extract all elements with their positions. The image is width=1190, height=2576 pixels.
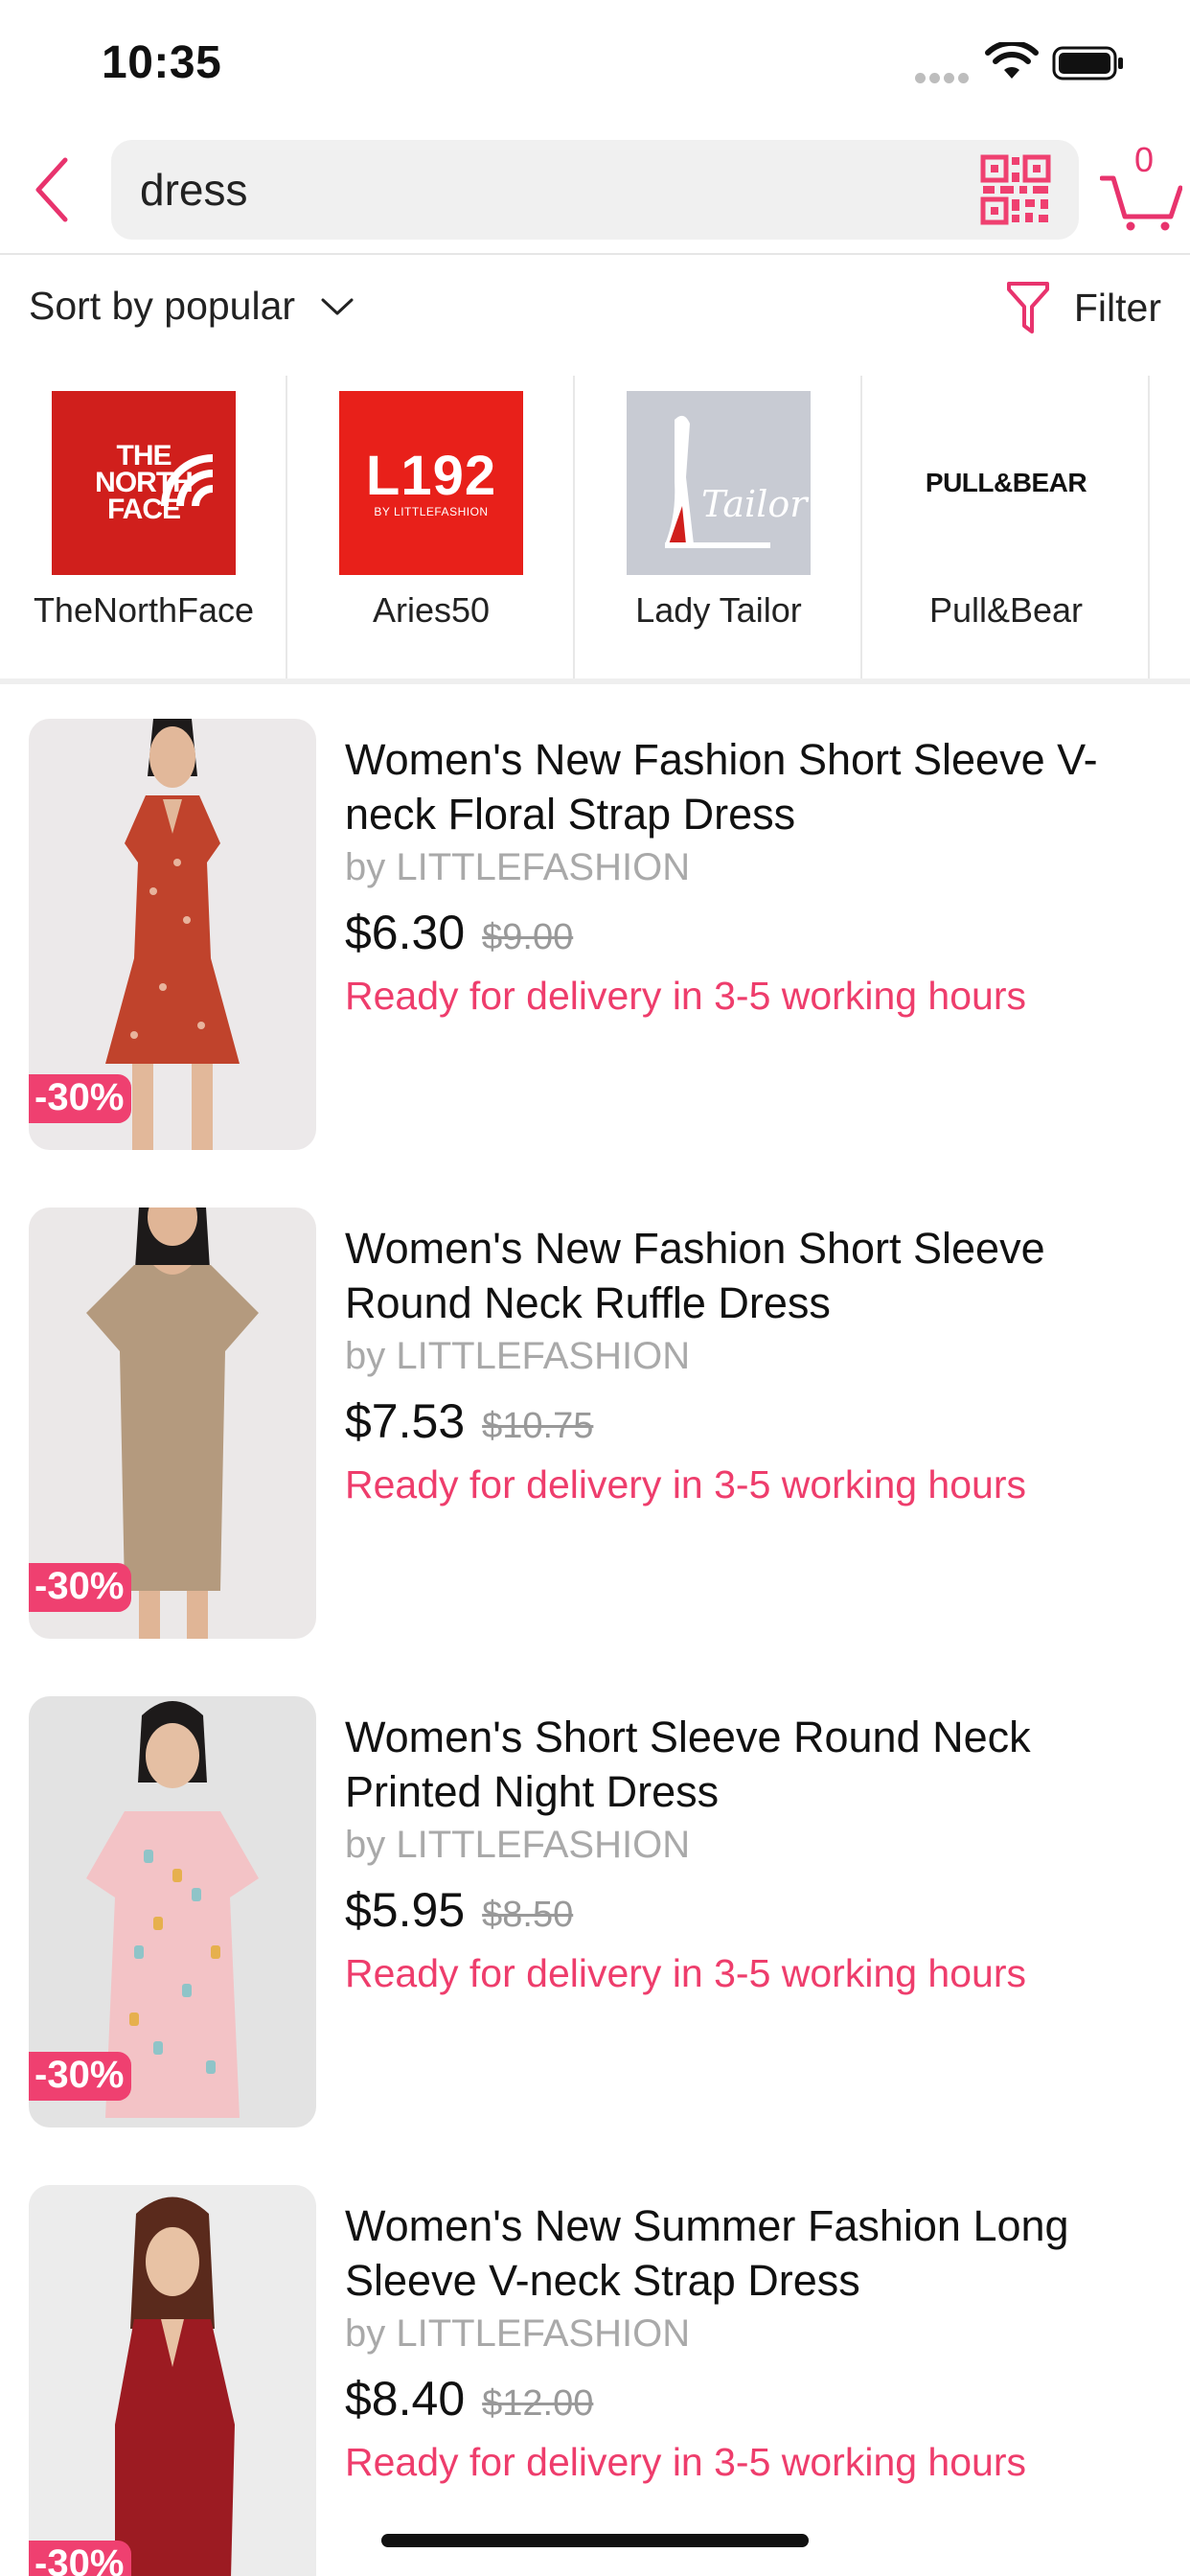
price-row: $8.40 $12.00: [345, 2371, 1169, 2426]
dress-photo-image: [115, 2196, 235, 2576]
cart-count-badge: 0: [1134, 140, 1155, 179]
product-old-price: $9.00: [482, 917, 574, 957]
back-button[interactable]: [23, 151, 80, 228]
brand-name: Pull&Bear: [928, 590, 1084, 630]
discount-badge: -30%: [29, 2541, 132, 2576]
product-info: Women's New Fashion Short Sleeve Round N…: [345, 1221, 1169, 1507]
product-old-price: $10.75: [482, 1406, 594, 1446]
product-price: $5.95: [345, 1883, 466, 1937]
product-item[interactable]: -30% Women's New Fashion Short Sleeve V-…: [0, 719, 1190, 1150]
brand-row: THE NORTH FACE TheNorthFace L192 BY LITT…: [0, 376, 1190, 684]
search-box[interactable]: [111, 140, 1079, 240]
battery-icon: [1052, 46, 1123, 80]
delivery-info: Ready for delivery in 3-5 working hours: [345, 1462, 1026, 1506]
filter-button[interactable]: Filter: [1005, 278, 1161, 337]
sort-bar: Sort by popular Filter: [0, 257, 1190, 362]
filter-label: Filter: [1073, 285, 1161, 330]
product-seller: by LITTLEFASHION: [345, 846, 691, 888]
discount-badge: -30%: [29, 2052, 132, 2101]
product-image[interactable]: -30%: [29, 719, 316, 1150]
product-image[interactable]: -30%: [29, 1696, 316, 2128]
product-item[interactable]: -30% Women's New Fashion Short Sleeve Ro…: [0, 1208, 1190, 1639]
product-old-price: $12.00: [482, 2383, 594, 2424]
discount-badge: -30%: [29, 1563, 132, 1612]
delivery-info: Ready for delivery in 3-5 working hours: [345, 1951, 1026, 1995]
brand-logo-aries50: L192 BY LITTLEFASHION: [339, 391, 523, 575]
home-indicator: [381, 2534, 809, 2547]
product-title[interactable]: Women's New Summer Fashion Long Sleeve V…: [345, 2198, 1169, 2308]
brand-name: TheNorthFace: [33, 590, 255, 630]
product-old-price: $8.50: [482, 1895, 574, 1935]
search-input[interactable]: [140, 140, 954, 240]
sort-label: Sort by popular: [29, 284, 296, 328]
search-header: 0: [0, 126, 1190, 255]
chevron-down-icon: [321, 298, 354, 314]
qr-code-icon[interactable]: [979, 153, 1052, 226]
product-item[interactable]: -30% Women's New Summer Fashion Long Sle…: [0, 2185, 1190, 2576]
product-title[interactable]: Women's Short Sleeve Round Neck Printed …: [345, 1710, 1169, 1819]
product-price: $6.30: [345, 906, 466, 959]
product-title[interactable]: Women's New Fashion Short Sleeve Round N…: [345, 1221, 1169, 1330]
sort-dropdown[interactable]: Sort by popular: [29, 284, 355, 329]
l192-logo-text: L192: [365, 445, 497, 507]
product-seller: by LITTLEFASHION: [345, 1824, 691, 1866]
north-face-arcs-icon: [161, 454, 214, 506]
product-item[interactable]: -30% Women's Short Sleeve Round Neck Pri…: [0, 1696, 1190, 2128]
cart-button[interactable]: 0: [1100, 140, 1182, 232]
brand-card-thenorthface[interactable]: THE NORTH FACE TheNorthFace: [0, 376, 287, 678]
l192-logo-sub: BY LITTLEFASHION: [374, 505, 489, 518]
brand-name: Aries50: [372, 590, 491, 630]
chevron-left-icon: [35, 157, 68, 222]
filter-icon: [1006, 282, 1049, 334]
product-price: $7.53: [345, 1394, 466, 1448]
product-info: Women's New Summer Fashion Long Sleeve V…: [345, 2198, 1169, 2485]
product-seller: by LITTLEFASHION: [345, 2312, 691, 2355]
delivery-info: Ready for delivery in 3-5 working hours: [345, 974, 1026, 1018]
brand-name: Lady Tailor: [635, 590, 802, 630]
product-image[interactable]: -30%: [29, 1208, 316, 1639]
brand-logo-lady-tailor: Tailor: [627, 391, 811, 575]
brand-card-pull-and-bear[interactable]: PULL&BEAR Pull&Bear: [862, 376, 1150, 678]
price-row: $5.95 $8.50: [345, 1882, 1169, 1938]
delivery-info: Ready for delivery in 3-5 working hours: [345, 2440, 1026, 2484]
cellular-signal-icon: [915, 71, 973, 83]
brand-logo-pull-and-bear: PULL&BEAR: [914, 391, 1098, 575]
brand-logo-thenorthface: THE NORTH FACE: [52, 391, 236, 575]
product-price: $8.40: [345, 2372, 466, 2426]
lady-tailor-logo-text: Tailor: [701, 483, 808, 525]
status-bar: 10:35: [0, 0, 1190, 126]
product-info: Women's New Fashion Short Sleeve V-neck …: [345, 732, 1169, 1019]
price-row: $7.53 $10.75: [345, 1393, 1169, 1449]
price-row: $6.30 $9.00: [345, 905, 1169, 960]
product-image[interactable]: -30%: [29, 2185, 316, 2576]
pull-and-bear-logo-text: PULL&BEAR: [925, 468, 1087, 497]
brand-card-partial[interactable]: [1150, 376, 1190, 678]
product-info: Women's Short Sleeve Round Neck Printed …: [345, 1710, 1169, 1996]
brand-card-lady-tailor[interactable]: Tailor Lady Tailor: [575, 376, 862, 678]
brand-card-aries50[interactable]: L192 BY LITTLEFASHION Aries50: [287, 376, 575, 678]
product-seller: by LITTLEFASHION: [345, 1335, 691, 1377]
status-time: 10:35: [102, 37, 222, 88]
discount-badge: -30%: [29, 1074, 132, 1123]
wifi-icon: [985, 42, 1039, 79]
product-title[interactable]: Women's New Fashion Short Sleeve V-neck …: [345, 732, 1169, 841]
